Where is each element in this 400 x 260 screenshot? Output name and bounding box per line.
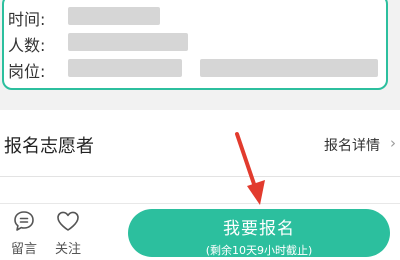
heart-icon bbox=[48, 208, 88, 234]
comment-icon bbox=[4, 208, 44, 234]
signup-details-label: 报名详情 bbox=[324, 138, 380, 154]
time-value-redacted bbox=[68, 7, 160, 25]
comment-label: 留言 bbox=[10, 242, 37, 257]
position-label: 岗位: bbox=[8, 62, 46, 81]
volunteers-section[interactable]: 报名志愿者 报名详情 › bbox=[0, 110, 400, 176]
position-row: 岗位: bbox=[8, 58, 70, 82]
signup-button[interactable]: 我要报名 (剩余10天9小时截止) bbox=[128, 209, 390, 257]
comment-button[interactable]: 留言 bbox=[4, 208, 44, 257]
position-value-redacted-2 bbox=[200, 59, 378, 77]
volunteers-title: 报名志愿者 bbox=[4, 136, 94, 157]
chevron-right-icon: › bbox=[390, 134, 396, 152]
signup-deadline-text: (剩余10天9小时截止) bbox=[205, 244, 313, 257]
position-value-redacted bbox=[68, 59, 182, 77]
follow-label: 关注 bbox=[54, 242, 81, 257]
people-value-redacted bbox=[68, 33, 188, 51]
bottom-action-bar: 留言 关注 我要报名 (剩余10天9小时截止) bbox=[0, 203, 400, 260]
follow-button[interactable]: 关注 bbox=[48, 208, 88, 257]
time-row: 时间: bbox=[8, 6, 70, 30]
volunteer-list-area bbox=[0, 177, 400, 203]
signup-button-label: 我要报名 bbox=[223, 219, 295, 239]
event-info-card: 时间: 人数: 岗位: bbox=[2, 0, 388, 90]
people-label: 人数: bbox=[8, 36, 46, 55]
people-row: 人数: bbox=[8, 32, 70, 56]
signup-details-link[interactable]: 报名详情 › bbox=[324, 134, 396, 155]
time-label: 时间: bbox=[8, 10, 46, 29]
